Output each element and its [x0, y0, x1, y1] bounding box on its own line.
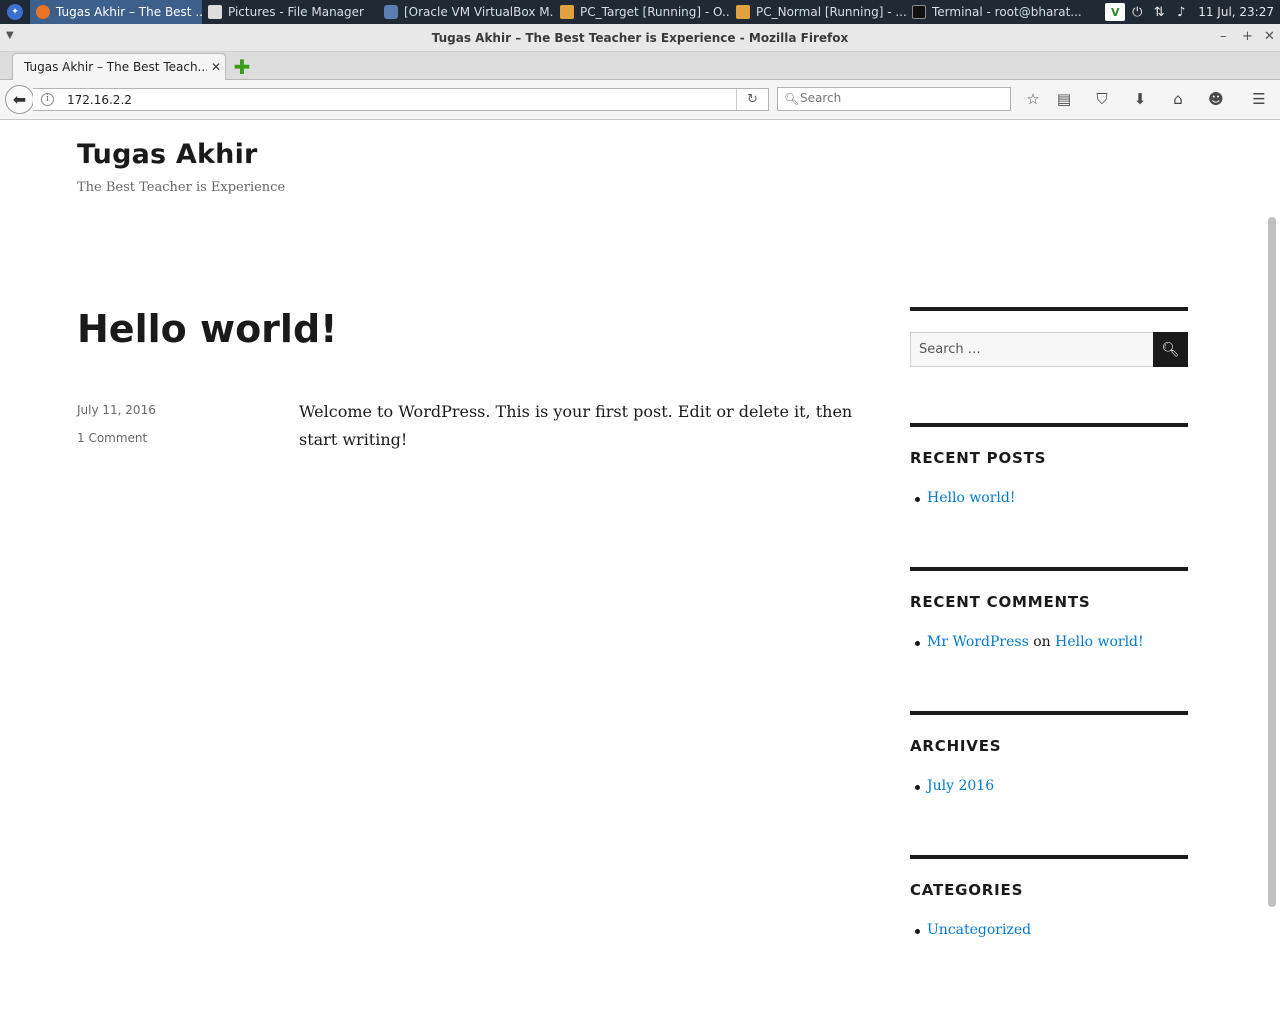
- volume-icon[interactable]: ♪: [1171, 3, 1191, 21]
- widget-divider: [910, 567, 1188, 571]
- vnc-icon[interactable]: V: [1105, 3, 1126, 21]
- page-scrollbar[interactable]: [1268, 217, 1276, 907]
- back-arrow-icon: ⬅: [12, 90, 27, 109]
- virtualbox-vm-icon: [736, 5, 750, 19]
- recent-post-link[interactable]: Hello world!: [927, 490, 1016, 506]
- search-icon: 🔍︎: [1161, 341, 1180, 358]
- archives-title: ARCHIVES: [910, 737, 1002, 755]
- post-date[interactable]: July 11, 2016: [77, 403, 156, 417]
- search-input[interactable]: [910, 332, 1154, 367]
- site-info-icon[interactable]: i: [41, 93, 54, 106]
- window-title: Tugas Akhir – The Best Teacher is Experi…: [431, 31, 849, 45]
- virtualbox-icon: [384, 5, 398, 19]
- maximize-icon[interactable]: +: [1242, 29, 1253, 44]
- taskbar-item-firefox[interactable]: Tugas Akhir – The Best ...: [30, 0, 202, 24]
- close-tab-icon[interactable]: ✕: [207, 60, 225, 74]
- virtualbox-vm-icon: [560, 5, 574, 19]
- search-submit-button[interactable]: 🔍︎: [1153, 332, 1188, 367]
- widget-divider: [910, 855, 1188, 859]
- tab-label: Tugas Akhir – The Best Teach...: [24, 60, 207, 74]
- widget-divider: [910, 423, 1188, 427]
- page-viewport: [0, 121, 1280, 1024]
- categories-list: Uncategorized: [915, 922, 1031, 938]
- tab-strip: Tugas Akhir – The Best Teach... ✕ ✚: [0, 52, 1280, 80]
- comment-on-text: on: [1033, 634, 1051, 650]
- hello-chat-icon[interactable]: ☻: [1205, 89, 1227, 109]
- list-item: Mr WordPress on Hello world!: [915, 634, 1144, 650]
- bookmarks-list-icon[interactable]: ▤: [1053, 89, 1075, 109]
- reload-icon[interactable]: ↻: [736, 89, 768, 110]
- bookmark-star-icon[interactable]: ☆: [1022, 89, 1044, 109]
- xfce-logo-icon: ✦: [7, 4, 23, 20]
- recent-posts-title: RECENT POSTS: [910, 449, 1047, 467]
- categories-title: CATEGORIES: [910, 881, 1024, 899]
- list-item: July 2016: [915, 778, 994, 794]
- post-title[interactable]: Hello world!: [77, 307, 337, 351]
- comment-post-link[interactable]: Hello world!: [1055, 634, 1144, 650]
- network-icon[interactable]: ⇅: [1149, 3, 1169, 21]
- back-button[interactable]: ⬅: [5, 85, 34, 114]
- start-menu-button[interactable]: ✦: [0, 0, 30, 24]
- recent-posts-list: Hello world!: [915, 490, 1016, 506]
- clock[interactable]: 11 Jul, 23:27: [1192, 5, 1280, 19]
- new-tab-icon[interactable]: ✚: [232, 55, 252, 79]
- terminal-icon: [912, 5, 926, 19]
- recent-comments-list: Mr WordPress on Hello world!: [915, 634, 1144, 650]
- search-icon: 🔍︎: [784, 92, 800, 106]
- category-link[interactable]: Uncategorized: [927, 922, 1031, 938]
- minimize-icon[interactable]: –: [1220, 29, 1227, 44]
- archive-link[interactable]: July 2016: [927, 778, 994, 794]
- pocket-icon[interactable]: ⛉: [1091, 89, 1113, 109]
- taskbar-item-pc-target[interactable]: PC_Target [Running] - O...: [554, 0, 730, 24]
- browser-search-input[interactable]: [800, 91, 1000, 105]
- list-item: Hello world!: [915, 490, 1016, 506]
- search-widget: 🔍︎: [910, 332, 1188, 367]
- close-window-icon[interactable]: ✕: [1264, 29, 1275, 44]
- taskbar-item-pc-normal[interactable]: PC_Normal [Running] - ...: [730, 0, 906, 24]
- post-body: Welcome to WordPress. This is your first…: [299, 402, 853, 449]
- taskbar-item-file-manager[interactable]: Pictures - File Manager: [202, 0, 378, 24]
- navigation-toolbar: ⬅ i 172.16.2.2 ↻: [0, 80, 1280, 120]
- window-titlebar: ▼ Tugas Akhir – The Best Teacher is Expe…: [0, 24, 1280, 52]
- system-tray: V ⏻ ⇅ ♪ 11 Jul, 23:27: [1104, 0, 1280, 24]
- widget-divider: [910, 307, 1188, 311]
- post-comments-link[interactable]: 1 Comment: [77, 431, 147, 445]
- hamburger-menu-icon[interactable]: ☰: [1248, 89, 1270, 109]
- comment-author-link[interactable]: Mr WordPress: [927, 634, 1029, 650]
- power-plug-icon[interactable]: ⏻: [1127, 3, 1147, 21]
- list-item: Uncategorized: [915, 922, 1031, 938]
- home-icon[interactable]: ⌂: [1167, 89, 1189, 109]
- site-title[interactable]: Tugas Akhir: [77, 139, 258, 170]
- recent-comments-title: RECENT COMMENTS: [910, 593, 1091, 611]
- taskbar-item-terminal[interactable]: Terminal - root@bharat...: [906, 0, 1088, 24]
- firefox-icon: [36, 5, 50, 19]
- url-bar[interactable]: i 172.16.2.2 ↻: [33, 88, 769, 111]
- file-manager-icon: [208, 5, 222, 19]
- site-description: The Best Teacher is Experience: [77, 180, 286, 195]
- archives-list: July 2016: [915, 778, 994, 794]
- browser-search-box[interactable]: 🔍︎: [777, 87, 1011, 111]
- taskbar: ✦ Tugas Akhir – The Best ... Pictures - …: [0, 0, 1280, 24]
- taskbar-item-virtualbox[interactable]: [Oracle VM VirtualBox M...: [378, 0, 554, 24]
- url-text: 172.16.2.2: [67, 93, 132, 107]
- widget-divider: [910, 711, 1188, 715]
- download-icon[interactable]: ⬇: [1129, 89, 1151, 109]
- browser-tab[interactable]: Tugas Akhir – The Best Teach... ✕: [12, 53, 226, 80]
